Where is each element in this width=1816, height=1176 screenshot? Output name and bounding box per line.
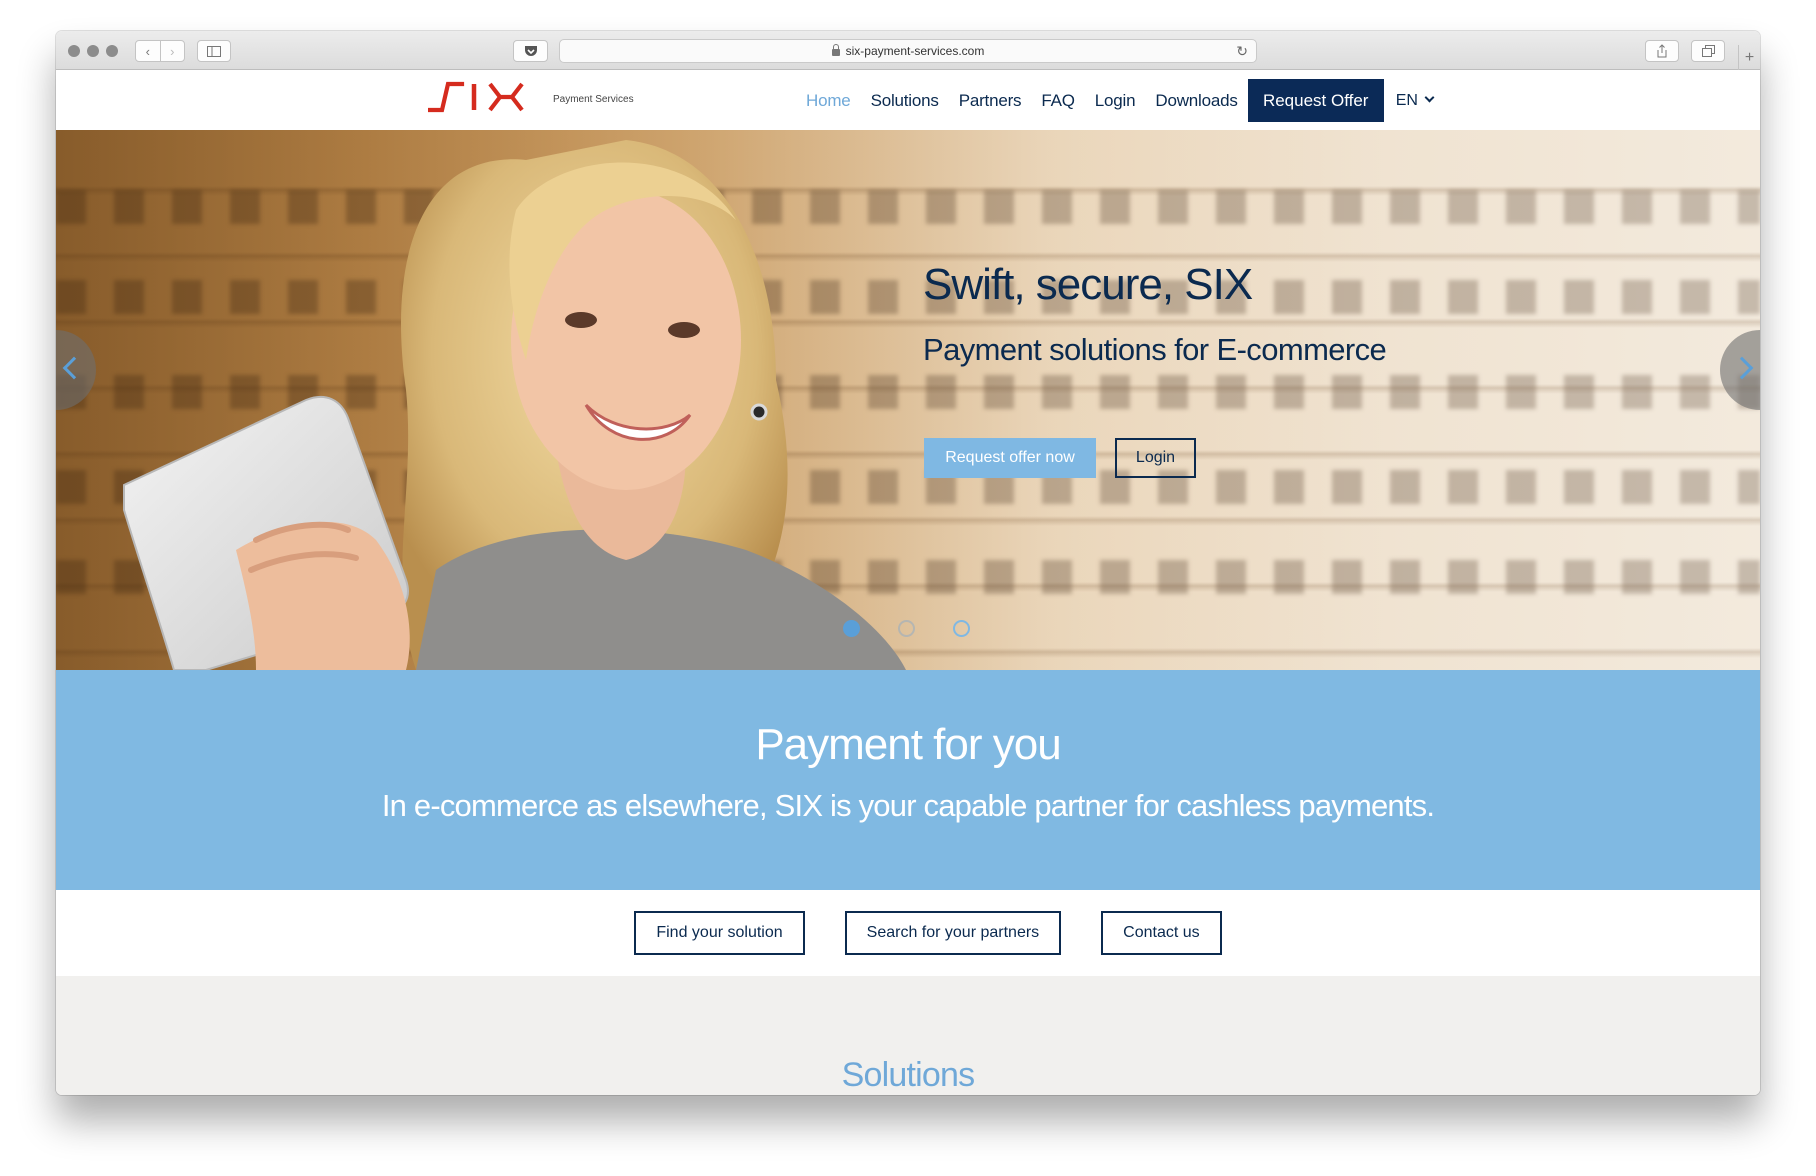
carousel-dot-3[interactable] [953,620,970,637]
six-logo[interactable] [428,80,528,114]
lock-icon [831,43,840,56]
nav-login[interactable]: Login [1095,91,1136,111]
tabs-overview-icon[interactable] [1691,40,1725,62]
contact-us-button[interactable]: Contact us [1101,911,1222,955]
nav-home[interactable]: Home [806,91,851,111]
chevron-left-icon [62,356,86,380]
zoom-window-icon[interactable] [106,45,118,57]
url-text: six-payment-services.com [845,44,985,58]
hero-carousel: Swift, secure, SIX Payment solutions for… [56,130,1760,670]
share-icon[interactable] [1645,40,1679,62]
intro-subtitle: In e-commerce as elsewhere, SIX is your … [381,788,1435,823]
chevron-down-icon [1424,92,1435,103]
nav-faq[interactable]: FAQ [1041,91,1075,111]
hero-subtitle: Payment solutions for E-commerce [923,332,1387,367]
carousel-dot-2[interactable] [898,620,915,637]
reload-icon[interactable]: ↻ [1236,43,1248,60]
sidebar-toggle-icon[interactable] [197,40,231,62]
hero-title: Swift, secure, SIX [923,260,1253,309]
quick-actions: Find your solution Search for your partn… [56,890,1760,976]
carousel-indicators [843,620,970,637]
forward-arrow-icon[interactable]: › [159,41,185,61]
intro-title: Payment for you [755,720,1061,769]
intro-band: Payment for you In e-commerce as elsewhe… [56,670,1760,890]
browser-toolbar: ‹ › six-payment-services.com ↻ + [56,31,1760,70]
carousel-dot-1[interactable] [843,620,860,637]
history-navigation: ‹ › [135,40,185,62]
chevron-right-icon [1730,356,1754,380]
main-navigation: Home Solutions Partners FAQ Login Downlo… [806,71,1435,130]
site-header: Payment Services Home Solutions Partners… [56,71,1760,130]
logo-subtitle: Payment Services [553,94,634,105]
nav-downloads[interactable]: Downloads [1155,91,1238,111]
request-offer-now-button[interactable]: Request offer now [924,438,1096,478]
minimize-window-icon[interactable] [87,45,99,57]
close-window-icon[interactable] [68,45,80,57]
back-arrow-icon[interactable]: ‹ [136,41,160,61]
find-solution-button[interactable]: Find your solution [634,911,805,955]
solutions-section: Solutions [56,976,1760,1095]
search-partners-button[interactable]: Search for your partners [844,911,1062,955]
language-selector[interactable]: EN [1395,91,1435,110]
request-offer-button[interactable]: Request Offer [1247,79,1384,122]
new-tab-icon[interactable]: + [1738,45,1760,70]
language-label: EN [1395,91,1418,109]
nav-solutions[interactable]: Solutions [871,91,939,111]
hero-login-button[interactable]: Login [1115,438,1196,478]
solutions-heading: Solutions [841,1056,975,1094]
nav-partners[interactable]: Partners [959,91,1022,111]
hero-photo-woman-with-tablet [123,140,906,670]
browser-window: ‹ › six-payment-services.com ↻ + Payment… [56,31,1760,1095]
pocket-icon[interactable] [513,40,548,62]
address-bar[interactable]: six-payment-services.com ↻ [559,39,1257,63]
